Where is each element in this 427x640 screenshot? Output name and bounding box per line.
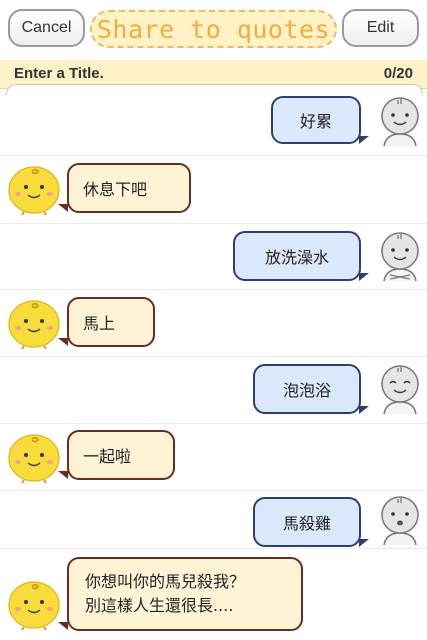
bubble-tail (359, 273, 369, 281)
bubble-tail (359, 539, 369, 547)
yellow-chick-icon (8, 166, 60, 216)
gray-doodle-face-icon (381, 232, 419, 282)
bot-message-bubble[interactable]: 休息下吧 (67, 163, 191, 213)
bubble-tail (58, 622, 68, 630)
bot-message-bubble[interactable]: 馬上 (67, 297, 155, 347)
bubble-tail (58, 471, 68, 479)
message-row: 休息下吧 (0, 156, 427, 224)
bot-message-bubble[interactable]: 一起啦 (67, 430, 175, 480)
title-input-label: Enter a Title. (14, 65, 104, 82)
gray-doodle-face-icon (381, 496, 419, 546)
user-message-bubble[interactable]: 放洗澡水 (233, 231, 361, 281)
message-row: 馬上 (0, 290, 427, 357)
bubble-tail (359, 136, 369, 144)
user-message-bubble[interactable]: 泡泡浴 (253, 364, 361, 414)
yellow-chick-icon (8, 300, 60, 350)
nav-header: Cancel Share to quotes Edit (0, 0, 427, 60)
user-message-bubble[interactable]: 馬殺雞 (253, 497, 361, 547)
yellow-chick-icon (8, 434, 60, 484)
bubble-tail (359, 406, 369, 414)
user-message-bubble[interactable]: 好累 (271, 96, 361, 144)
bot-message-bubble[interactable]: 你想叫你的馬兒殺我？ 別這樣人生還很長.... (67, 557, 303, 631)
edit-button[interactable]: Edit (342, 9, 419, 47)
cancel-button[interactable]: Cancel (8, 9, 85, 47)
message-row: 一起啦 (0, 424, 427, 491)
bubble-tail (58, 338, 68, 346)
bubble-tail (58, 204, 68, 212)
message-row: 好累 (0, 88, 427, 156)
message-row: 你想叫你的馬兒殺我？ 別這樣人生還很長.... (0, 549, 427, 640)
title-char-counter: 0/20 (383, 65, 413, 82)
page-title: Share to quotes (90, 10, 337, 48)
yellow-chick-icon (8, 581, 60, 631)
message-row: 泡泡浴 (0, 357, 427, 424)
gray-doodle-face-icon (381, 97, 419, 147)
message-row: 放洗澡水 (0, 224, 427, 290)
gray-doodle-face-icon (381, 365, 419, 415)
message-row: 馬殺雞 (0, 491, 427, 549)
